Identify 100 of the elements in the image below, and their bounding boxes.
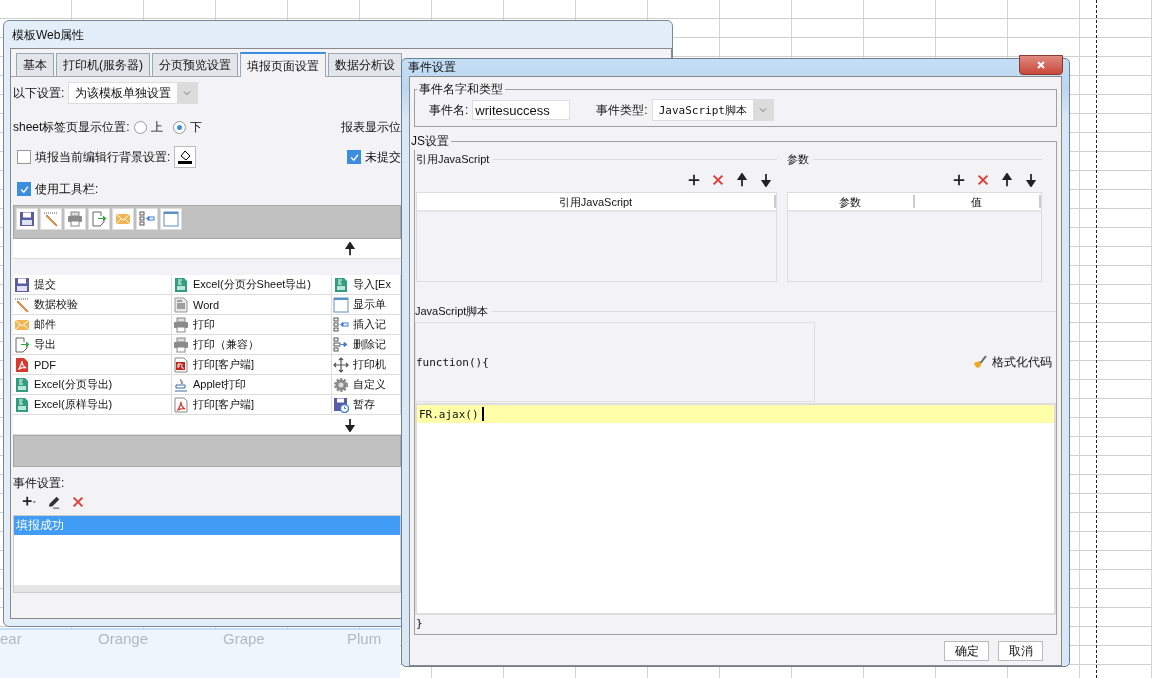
checkbox[interactable] <box>347 150 361 164</box>
event-type-dropdown[interactable]: JavaScript脚本 <box>651 99 774 121</box>
section-title: 参数 <box>787 151 809 167</box>
list-item[interactable]: 打印 <box>193 317 215 332</box>
delete-icon <box>71 495 85 509</box>
scrollbar[interactable] <box>14 585 400 592</box>
section-title: JavaScript脚本 <box>415 303 489 319</box>
toolbar-button[interactable] <box>40 208 62 230</box>
toolbar-button[interactable] <box>64 208 86 230</box>
window-icon <box>333 296 349 313</box>
list-item[interactable]: 数据校验 <box>34 297 78 312</box>
move-up-button[interactable] <box>735 173 749 187</box>
dialog-button[interactable]: 取消 <box>998 641 1043 661</box>
tab[interactable]: 数据分析设 <box>328 53 402 76</box>
down-arrow-icon <box>759 173 773 187</box>
add-icon <box>952 173 966 187</box>
insert-row-icon <box>333 316 349 333</box>
tab[interactable]: 基本 <box>16 53 54 76</box>
list-item[interactable]: Excel(分页分Sheet导出) <box>193 277 311 292</box>
list-item[interactable]: 导入[Ex <box>353 277 391 292</box>
pen-icon <box>47 495 61 509</box>
list-item[interactable]: 打印[客户端] <box>193 397 255 412</box>
flash-document-icon <box>173 356 189 373</box>
list-item[interactable]: PDF <box>34 358 56 371</box>
toolbar-button[interactable] <box>16 208 38 230</box>
axis-label: Plum <box>347 630 382 647</box>
list-item[interactable]: Excel(分页导出) <box>34 377 113 392</box>
list-item[interactable]: 插入记 <box>353 317 386 332</box>
list-item[interactable]: Word <box>193 298 220 311</box>
down-arrow-icon <box>343 417 357 432</box>
delete-icon <box>711 173 725 187</box>
code-line: FR.ajax() <box>419 407 479 421</box>
move-arrows-icon <box>333 356 349 373</box>
down-arrow-icon <box>1024 173 1038 187</box>
column-header: 值 <box>914 195 1041 208</box>
list-item[interactable]: 打印（兼容） <box>193 337 259 352</box>
add-dropdown-icon <box>21 495 37 509</box>
checkbox-label: 未提交 <box>365 148 401 166</box>
tab[interactable]: 打印机(服务器) <box>56 53 150 76</box>
delete-button[interactable] <box>976 173 990 187</box>
list-item[interactable]: Applet打印 <box>193 377 247 392</box>
list-item[interactable]: 邮件 <box>34 317 56 332</box>
text-cursor <box>481 407 484 421</box>
event-name-field[interactable]: writesuccess <box>472 100 571 120</box>
checkbox[interactable] <box>17 150 31 164</box>
code-line: } <box>416 617 423 630</box>
list-item[interactable]: 删除记 <box>353 337 386 352</box>
list-item[interactable]: 暂存 <box>353 397 375 412</box>
field-label: 以下设置: <box>13 84 65 102</box>
code-editor[interactable]: FR.ajax() <box>415 403 1056 615</box>
delete-button[interactable] <box>711 173 725 187</box>
window-title: 模板Web属性 <box>12 28 85 42</box>
toolbar-button[interactable] <box>88 208 110 230</box>
move-up-button[interactable] <box>1000 173 1014 187</box>
section-title: 引用JavaScript <box>416 151 490 167</box>
list-item[interactable]: 打印[客户端] <box>193 357 255 372</box>
checkbox[interactable] <box>17 182 31 196</box>
column-header: 引用JavaScript <box>417 195 776 208</box>
add-button[interactable] <box>687 173 701 187</box>
dialog-title: 事件设置 <box>408 59 456 76</box>
move-down-button[interactable] <box>1024 173 1038 187</box>
field-label: 事件名: <box>429 101 469 119</box>
axis-label: Grape <box>223 630 265 647</box>
field-label: sheet标签页显示位置: <box>13 118 130 136</box>
list-item[interactable]: 打印机 <box>353 357 386 372</box>
field-label: 事件类型: <box>596 101 648 119</box>
applet-icon <box>173 376 189 393</box>
list-item[interactable]: 导出 <box>34 337 56 352</box>
scope-dropdown[interactable]: 为该模板单独设置 <box>68 82 199 104</box>
axis-label: ear <box>0 630 22 647</box>
paint-bucket-icon <box>177 149 194 165</box>
dialog-button[interactable]: 确定 <box>944 641 989 661</box>
list-item[interactable]: 提交 <box>34 277 56 292</box>
list-item[interactable]: Excel(原样导出) <box>34 397 113 412</box>
add-icon <box>687 173 701 187</box>
paint-bucket-button[interactable] <box>174 146 197 168</box>
tab[interactable]: 填报页面设置 <box>240 52 326 77</box>
toolbar-button[interactable] <box>136 208 158 230</box>
toolbar-button[interactable] <box>160 208 182 230</box>
radio-button[interactable] <box>172 120 186 134</box>
move-down-button[interactable] <box>759 173 773 187</box>
list-item[interactable]: 自定义 <box>353 377 386 392</box>
close-button[interactable] <box>1019 54 1063 75</box>
tab[interactable]: 分页预览设置 <box>152 53 238 76</box>
envelope-icon <box>115 211 131 227</box>
export-icon <box>91 211 107 227</box>
add-button[interactable] <box>952 173 966 187</box>
radio-button[interactable] <box>133 120 147 134</box>
check-icon <box>348 151 360 163</box>
format-code-button[interactable]: 格式化代码 <box>972 353 1052 371</box>
group-title: JS设置 <box>410 133 450 150</box>
check-icon <box>18 183 30 195</box>
up-arrow-icon <box>735 173 749 187</box>
radio-label: 上 <box>150 118 163 136</box>
up-arrow-icon <box>1000 173 1014 187</box>
group-title: 事件名字和类型 <box>418 81 504 98</box>
field-label: 报表显示位 <box>341 118 401 136</box>
broom-icon <box>972 354 988 370</box>
list-item[interactable]: 显示单 <box>353 297 386 312</box>
printer-icon <box>67 211 83 227</box>
